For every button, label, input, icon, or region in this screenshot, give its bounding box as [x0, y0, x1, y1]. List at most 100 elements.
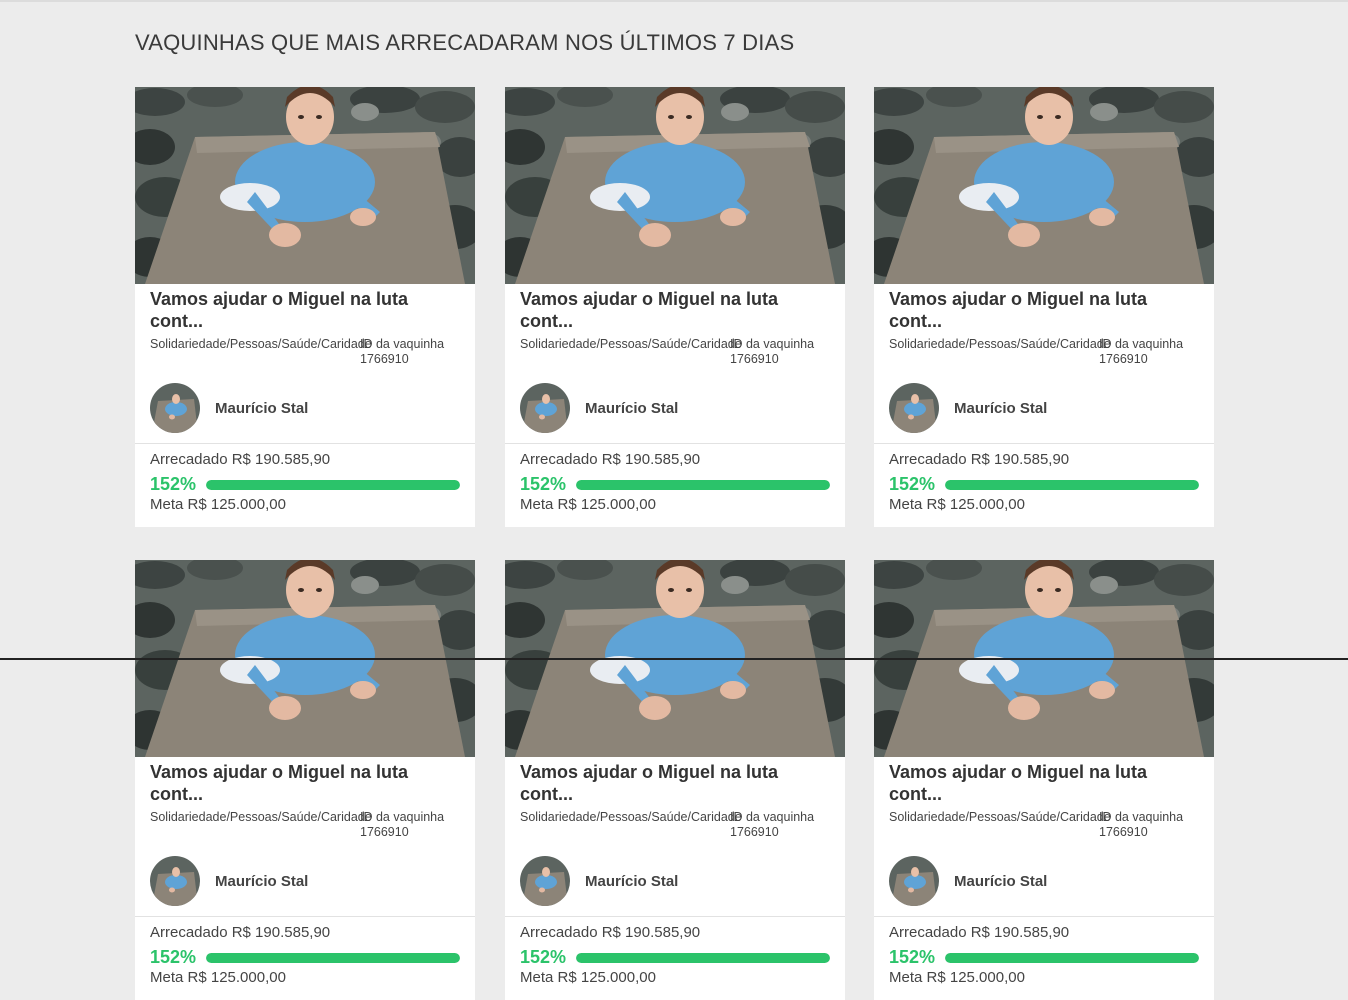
campaign-card[interactable]: Vamos ajudar o Miguel na luta cont... So…	[505, 560, 845, 1000]
progress-bar-fill	[576, 479, 830, 490]
progress-percent: 152%	[150, 947, 197, 967]
meta-row: Solidariedade/Pessoas/Saúde/Caridade ID …	[889, 337, 1199, 367]
campaign-photo[interactable]	[505, 87, 845, 284]
author-row[interactable]: Maurício Stal	[889, 383, 1199, 433]
progress-row: 152%	[520, 474, 830, 495]
campaign-id: ID da vaquinha 1766910	[1099, 337, 1184, 366]
progress-bar-fill	[945, 952, 1199, 963]
goal-amount: Meta R$ 125.000,00	[520, 969, 656, 986]
raised-amount: Arrecadado R$ 190.585,90	[520, 924, 701, 941]
goal-amount: Meta R$ 125.000,00	[150, 969, 286, 986]
author-name[interactable]: Maurício Stal	[954, 400, 1047, 417]
goal-amount: Meta R$ 125.000,00	[889, 496, 1025, 513]
campaign-id: ID da vaquinha 1766910	[730, 810, 815, 839]
progress-bar-fill	[206, 952, 460, 963]
campaign-title[interactable]: Vamos ajudar o Miguel na luta cont...	[520, 761, 830, 805]
progress-percent: 152%	[520, 474, 567, 494]
card-footer: Arrecadado R$ 190.585,90 152% Meta R$ 12…	[505, 444, 845, 527]
top-border	[0, 0, 1348, 2]
progress-percent: 152%	[889, 474, 936, 494]
author-row[interactable]: Maurício Stal	[150, 856, 460, 906]
campaign-card[interactable]: Vamos ajudar o Miguel na luta cont... So…	[505, 87, 845, 527]
campaign-categories: Solidariedade/Pessoas/Saúde/Caridade	[150, 337, 372, 351]
meta-row: Solidariedade/Pessoas/Saúde/Caridade ID …	[520, 337, 830, 367]
card-footer: Arrecadado R$ 190.585,90 152% Meta R$ 12…	[505, 917, 845, 1000]
progress-bar	[206, 479, 460, 490]
campaign-photo[interactable]	[135, 87, 475, 284]
author-name[interactable]: Maurício Stal	[954, 873, 1047, 890]
campaign-title[interactable]: Vamos ajudar o Miguel na luta cont...	[150, 761, 460, 805]
campaign-title[interactable]: Vamos ajudar o Miguel na luta cont...	[150, 288, 460, 332]
campaign-title[interactable]: Vamos ajudar o Miguel na luta cont...	[520, 288, 830, 332]
goal-amount: Meta R$ 125.000,00	[150, 496, 286, 513]
campaign-categories: Solidariedade/Pessoas/Saúde/Caridade	[520, 337, 742, 351]
progress-bar	[576, 952, 830, 963]
avatar[interactable]	[150, 856, 200, 906]
progress-bar	[945, 479, 1199, 490]
meta-row: Solidariedade/Pessoas/Saúde/Caridade ID …	[889, 810, 1199, 840]
card-footer: Arrecadado R$ 190.585,90 152% Meta R$ 12…	[874, 917, 1214, 1000]
author-row[interactable]: Maurício Stal	[889, 856, 1199, 906]
progress-bar	[576, 479, 830, 490]
card-footer: Arrecadado R$ 190.585,90 152% Meta R$ 12…	[135, 444, 475, 527]
progress-bar	[945, 952, 1199, 963]
avatar[interactable]	[520, 383, 570, 433]
goal-amount: Meta R$ 125.000,00	[889, 969, 1025, 986]
raised-amount: Arrecadado R$ 190.585,90	[889, 924, 1070, 941]
campaign-categories: Solidariedade/Pessoas/Saúde/Caridade	[889, 810, 1111, 824]
progress-bar	[206, 952, 460, 963]
card-body: Vamos ajudar o Miguel na luta cont... So…	[135, 284, 475, 433]
author-row[interactable]: Maurício Stal	[150, 383, 460, 433]
goal-amount: Meta R$ 125.000,00	[520, 496, 656, 513]
progress-percent: 152%	[889, 947, 936, 967]
author-row[interactable]: Maurício Stal	[520, 856, 830, 906]
card-footer: Arrecadado R$ 190.585,90 152% Meta R$ 12…	[135, 917, 475, 1000]
avatar[interactable]	[889, 383, 939, 433]
raised-amount: Arrecadado R$ 190.585,90	[150, 451, 331, 468]
campaign-card[interactable]: Vamos ajudar o Miguel na luta cont... So…	[135, 560, 475, 1000]
avatar[interactable]	[889, 856, 939, 906]
progress-row: 152%	[150, 947, 460, 968]
campaign-card[interactable]: Vamos ajudar o Miguel na luta cont... So…	[135, 87, 475, 527]
campaign-card[interactable]: Vamos ajudar o Miguel na luta cont... So…	[874, 560, 1214, 1000]
author-name[interactable]: Maurício Stal	[215, 873, 308, 890]
campaign-id: ID da vaquinha 1766910	[730, 337, 815, 366]
author-name[interactable]: Maurício Stal	[215, 400, 308, 417]
campaign-title[interactable]: Vamos ajudar o Miguel na luta cont...	[889, 761, 1199, 805]
campaign-photo[interactable]	[874, 87, 1214, 284]
campaign-title[interactable]: Vamos ajudar o Miguel na luta cont...	[889, 288, 1199, 332]
author-row[interactable]: Maurício Stal	[520, 383, 830, 433]
card-body: Vamos ajudar o Miguel na luta cont... So…	[505, 284, 845, 433]
card-body: Vamos ajudar o Miguel na luta cont... So…	[874, 757, 1214, 906]
avatar[interactable]	[520, 856, 570, 906]
campaign-categories: Solidariedade/Pessoas/Saúde/Caridade	[150, 810, 372, 824]
raised-amount: Arrecadado R$ 190.585,90	[520, 451, 701, 468]
campaign-categories: Solidariedade/Pessoas/Saúde/Caridade	[520, 810, 742, 824]
progress-bar-fill	[576, 952, 830, 963]
raised-amount: Arrecadado R$ 190.585,90	[889, 451, 1070, 468]
progress-row: 152%	[150, 474, 460, 495]
author-name[interactable]: Maurício Stal	[585, 400, 678, 417]
author-name[interactable]: Maurício Stal	[585, 873, 678, 890]
meta-row: Solidariedade/Pessoas/Saúde/Caridade ID …	[150, 337, 460, 367]
meta-row: Solidariedade/Pessoas/Saúde/Caridade ID …	[150, 810, 460, 840]
campaign-categories: Solidariedade/Pessoas/Saúde/Caridade	[889, 337, 1111, 351]
progress-bar-fill	[206, 479, 460, 490]
card-body: Vamos ajudar o Miguel na luta cont... So…	[135, 757, 475, 906]
progress-row: 152%	[889, 474, 1199, 495]
progress-percent: 152%	[520, 947, 567, 967]
meta-row: Solidariedade/Pessoas/Saúde/Caridade ID …	[520, 810, 830, 840]
progress-bar-fill	[945, 479, 1199, 490]
card-footer: Arrecadado R$ 190.585,90 152% Meta R$ 12…	[874, 444, 1214, 527]
campaign-id: ID da vaquinha 1766910	[360, 810, 445, 839]
campaign-card[interactable]: Vamos ajudar o Miguel na luta cont... So…	[874, 87, 1214, 527]
campaign-id: ID da vaquinha 1766910	[1099, 810, 1184, 839]
card-body: Vamos ajudar o Miguel na luta cont... So…	[874, 284, 1214, 433]
card-body: Vamos ajudar o Miguel na luta cont... So…	[505, 757, 845, 906]
avatar[interactable]	[150, 383, 200, 433]
raised-amount: Arrecadado R$ 190.585,90	[150, 924, 331, 941]
progress-percent: 152%	[150, 474, 197, 494]
progress-row: 152%	[520, 947, 830, 968]
progress-row: 152%	[889, 947, 1199, 968]
section-title: VAQUINHAS QUE MAIS ARRECADARAM NOS ÚLTIM…	[135, 30, 795, 55]
